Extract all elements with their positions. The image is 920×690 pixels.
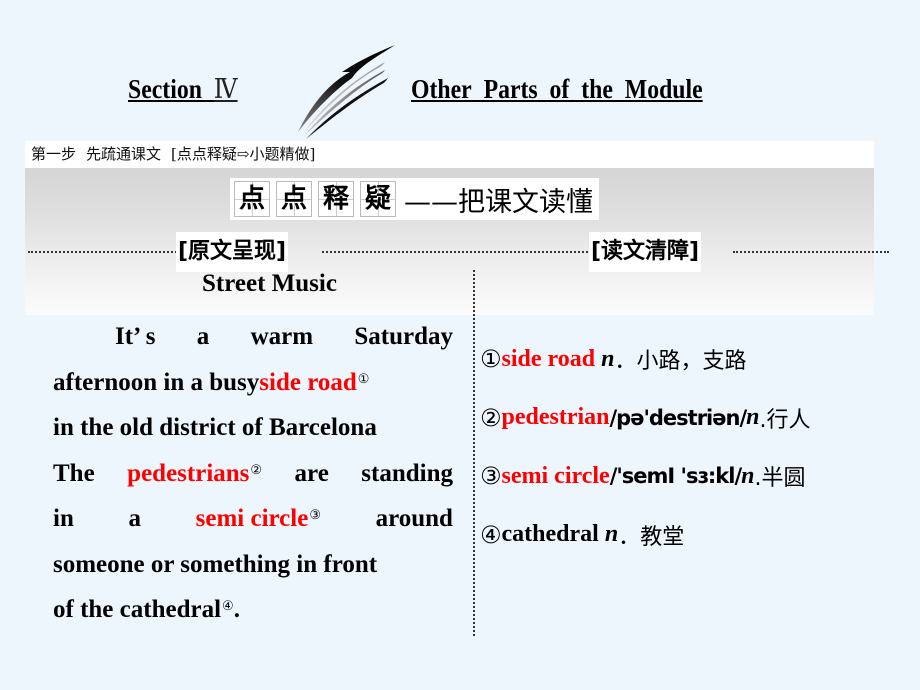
passage-word: in: [53, 505, 74, 532]
passage-word: Saturday: [354, 323, 453, 350]
note-number: ②: [480, 403, 502, 432]
passage-line: of the cathedral ④.: [53, 587, 453, 633]
step-description: 先疏通课文: [86, 145, 162, 163]
note-number: ①: [480, 345, 502, 374]
passage-word: of the cathedral: [53, 596, 222, 623]
passage-line: in the old district of Barcelona: [53, 405, 453, 451]
dotted-rule: [322, 251, 592, 253]
reading-notes-label: [读文清障]: [589, 232, 702, 272]
footnote-marker: ①: [357, 370, 370, 386]
section-number: Ⅳ: [213, 74, 238, 104]
note-part-of-speech: n: [601, 345, 615, 372]
column-divider: [473, 270, 475, 636]
vocab-note: ② pedestrian/pə'destriən/n .行人: [480, 389, 810, 448]
note-part-of-speech: n: [604, 521, 619, 548]
note-part-of-speech: n: [746, 404, 760, 431]
vocab-note: ③ semi circle/'semI 'sɜ:kl/n .半圆: [480, 447, 810, 506]
passage-word: a: [128, 505, 142, 532]
passage-text: It’ s a warm Saturday afternoon in a busy si…: [53, 314, 453, 633]
note-term: pedestrian: [501, 404, 610, 431]
footnote-marker: ③: [309, 507, 321, 522]
passage-word: .: [233, 596, 240, 623]
passage-word: someone or something in front: [53, 550, 378, 578]
section-title: Section_Ⅳ: [128, 74, 238, 104]
passage-line: The pedestrians② are standing: [53, 451, 453, 497]
original-text-label: [原文呈现]: [176, 232, 289, 272]
note-meaning: .半圆: [754, 466, 806, 492]
note-part-of-speech: n: [741, 462, 755, 489]
vocabulary-notes: ① side road n ．小路，支路 ② pedestrian/pə'destriə…: [480, 330, 810, 564]
highlighted-term: side road①: [259, 368, 370, 396]
note-phonetic: /pə'destriən/: [609, 405, 748, 430]
highlighted-term: semi circle③: [195, 505, 321, 532]
footnote-marker: ②: [250, 461, 263, 477]
passage-word: in the old district of Barcelona: [53, 414, 377, 441]
grid-char: 疑: [360, 181, 396, 217]
note-term: cathedral: [501, 521, 599, 548]
step-label: 第一步: [31, 145, 77, 163]
vocab-note: ④ cathedral n ．教堂: [480, 506, 810, 565]
heading-subtitle: ——把课文读懂: [404, 186, 593, 218]
module-title: Other_Parts_of_the_Module: [411, 74, 703, 104]
passage-word: It’ s: [115, 323, 156, 350]
note-number: ③: [480, 462, 502, 491]
passage-word: afternoon in a busy: [53, 368, 260, 396]
note-term: side road: [501, 345, 596, 372]
note-meaning: ．教堂: [618, 524, 685, 550]
grid-char: 释: [318, 181, 354, 217]
brush-stroke-icon: [298, 45, 395, 139]
passage-line: someone or something in front: [53, 542, 453, 588]
highlighted-term: pedestrians②: [127, 459, 263, 487]
note-meaning: .行人: [759, 407, 811, 433]
footnote-marker: ④: [222, 598, 234, 613]
note-meaning: ．小路，支路: [614, 349, 747, 375]
passage-word: warm: [250, 323, 314, 350]
vocab-note: ① side road n ．小路，支路: [480, 330, 810, 389]
note-phonetic: /'semI 'sɜ:kl/: [609, 464, 742, 489]
dotted-rule: [28, 251, 180, 253]
grid-char: 点: [234, 181, 270, 217]
note-number: ④: [480, 520, 502, 549]
step-bar: 第一步 先疏通课文 [点点释疑⇨小题精做]: [25, 141, 874, 168]
passage-word: standing: [361, 459, 453, 487]
passage-word: around: [375, 505, 453, 532]
passage-line: in a semi circle③ around: [53, 496, 453, 542]
passage-line: It’ s a warm Saturday: [53, 314, 453, 360]
passage-title: Street Music: [202, 270, 337, 297]
grid-char: 点: [276, 181, 312, 217]
section-label: Section: [128, 74, 202, 104]
passage-line: afternoon in a busy side road①: [53, 360, 453, 406]
passage-word: a: [196, 323, 210, 350]
step-bracket: [点点释疑⇨小题精做]: [171, 145, 316, 163]
passage-word: are: [294, 459, 329, 487]
passage-word: The: [53, 459, 95, 487]
dotted-rule: [733, 251, 889, 253]
note-term: semi circle: [501, 462, 610, 489]
section-heading: 点 点 释 疑 ——把课文读懂: [230, 178, 599, 220]
